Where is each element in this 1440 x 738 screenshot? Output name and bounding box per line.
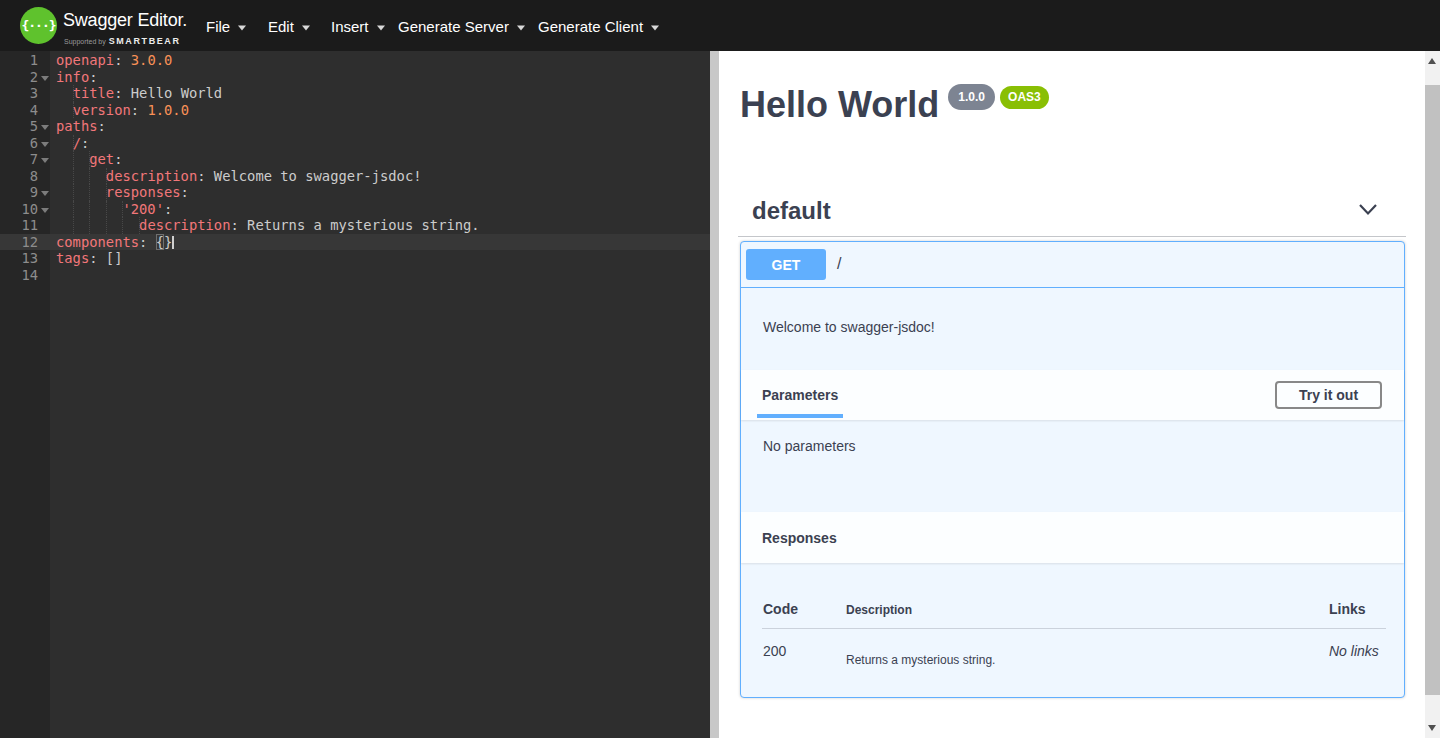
column-header-links: Links (1329, 601, 1366, 617)
fold-toggle-icon[interactable] (41, 191, 49, 196)
response-row: 200 Returns a mysterious string. No links (762, 629, 1386, 699)
code-text: title: Hello World (56, 85, 222, 102)
fold-toggle-icon[interactable] (41, 208, 49, 213)
editor-line-12[interactable]: 12 components: {} (0, 234, 710, 251)
editor-line-5[interactable]: 5 paths: (0, 118, 710, 135)
caret-down-icon (238, 25, 246, 30)
active-tab-underline (757, 414, 843, 418)
response-links: No links (1329, 643, 1379, 659)
caret-down-icon (302, 25, 310, 30)
editor-line-3[interactable]: 3 title: Hello World (0, 85, 710, 102)
column-header-description: Description (846, 603, 912, 617)
code-editor[interactable]: 1openapi: 3.0.02info:3 title: Hello Worl… (0, 51, 710, 738)
responses-header: Responses (741, 512, 1404, 563)
editor-line-1[interactable]: 1 openapi: 3.0.0 (0, 52, 710, 69)
editor-line-14[interactable]: 14 (0, 267, 710, 284)
code-text: openapi: 3.0.0 (56, 52, 172, 69)
line-number: 2 (0, 69, 38, 86)
editor-line-7[interactable]: 7 get: (0, 151, 710, 168)
fold-toggle-icon[interactable] (41, 76, 49, 81)
topbar: {···} Swagger Editor. Supported bySMARTB… (0, 0, 1440, 51)
code-text: info: (56, 69, 98, 86)
caret-down-icon (651, 25, 659, 30)
scrollbar-thumb[interactable] (1425, 85, 1440, 695)
menu-generate-server[interactable]: Generate Server (398, 17, 525, 34)
operation-summary[interactable]: GET / (741, 242, 1404, 288)
editor-line-10[interactable]: 10 '200': (0, 201, 710, 218)
fold-toggle-icon[interactable] (41, 142, 49, 147)
vertical-scrollbar[interactable] (1425, 51, 1440, 738)
oas3-badge: OAS3 (1000, 86, 1049, 109)
line-number: 14 (0, 267, 38, 284)
no-parameters-text: No parameters (763, 438, 856, 454)
menu-edit[interactable]: Edit (268, 17, 310, 34)
line-number: 11 (0, 217, 38, 234)
responses-body: Code Description Links 200 Returns a mysteri… (741, 563, 1404, 698)
code-text: version: 1.0.0 (56, 102, 189, 119)
try-it-out-button[interactable]: Try it out (1275, 381, 1382, 409)
line-number: 8 (0, 168, 38, 185)
tag-section-default[interactable]: default (738, 185, 1406, 237)
caret-down-icon (517, 25, 525, 30)
response-code: 200 (763, 643, 786, 659)
editor-line-9[interactable]: 9 responses: (0, 184, 710, 201)
editor-line-2[interactable]: 2 info: (0, 69, 710, 86)
code-text: responses: (56, 184, 189, 201)
menu-file[interactable]: File (206, 17, 246, 34)
menu-generate-client[interactable]: Generate Client (538, 17, 659, 34)
responses-title: Responses (741, 530, 837, 546)
responses-table-header: Code Description Links (762, 591, 1386, 629)
line-number: 3 (0, 85, 38, 102)
tab-parameters[interactable]: Parameters (762, 387, 838, 403)
line-number: 4 (0, 102, 38, 119)
caret-down-icon (377, 25, 385, 30)
column-header-code: Code (763, 601, 798, 617)
scrollbar-down-arrow[interactable] (1428, 725, 1436, 731)
line-number: 10 (0, 201, 38, 218)
line-number: 1 (0, 52, 38, 69)
parameters-header: Parameters Try it out (741, 370, 1404, 420)
line-number: 9 (0, 184, 38, 201)
responses-table: Code Description Links 200 Returns a mysteri… (762, 591, 1386, 699)
api-docs-panel: Hello World 1.0.0 OAS3 default GET / Wel… (719, 51, 1425, 738)
parameters-body: No parameters (741, 420, 1404, 512)
line-number: 6 (0, 135, 38, 152)
editor-line-8[interactable]: 8 description: Welcome to swagger-jsdoc! (0, 168, 710, 185)
code-text: /: (56, 135, 89, 152)
line-number: 5 (0, 118, 38, 135)
operation-block-get: GET / Welcome to swagger-jsdoc! Paramete… (740, 241, 1405, 698)
editor-line-13[interactable]: 13 tags: [] (0, 250, 710, 267)
line-number: 13 (0, 250, 38, 267)
chevron-down-icon[interactable] (1358, 203, 1378, 216)
text-cursor (172, 236, 174, 249)
api-info: Hello World 1.0.0 OAS3 (740, 84, 1049, 126)
menubar: File Edit Insert Generate Server Generate Cl… (0, 0, 1440, 51)
pane-splitter[interactable] (710, 51, 719, 738)
code-text: get: (56, 151, 122, 168)
code-text: tags: [] (56, 250, 122, 267)
editor-line-4[interactable]: 4 version: 1.0.0 (0, 102, 710, 119)
line-number: 7 (0, 151, 38, 168)
operation-description-wrapper: Welcome to swagger-jsdoc! (741, 289, 1404, 370)
editor-line-6[interactable]: 6 /: (0, 135, 710, 152)
version-badge: 1.0.0 (948, 84, 995, 110)
operation-description: Welcome to swagger-jsdoc! (763, 319, 935, 335)
code-text: '200': (56, 201, 172, 218)
code-text: components: {} (56, 234, 174, 251)
code-text: description: Returns a mysterious string… (56, 217, 480, 234)
response-description: Returns a mysterious string. (846, 653, 995, 667)
fold-toggle-icon[interactable] (41, 125, 49, 130)
menu-insert[interactable]: Insert (331, 17, 385, 34)
fold-toggle-icon[interactable] (41, 158, 49, 163)
method-badge-get[interactable]: GET (746, 249, 826, 280)
operation-path: / (837, 255, 841, 273)
code-text: paths: (56, 118, 106, 135)
tag-name: default (738, 197, 831, 225)
api-title: Hello World (740, 84, 939, 126)
line-number: 12 (0, 234, 38, 251)
scrollbar-up-arrow[interactable] (1428, 58, 1436, 64)
code-text: description: Welcome to swagger-jsdoc! (56, 168, 422, 185)
editor-line-11[interactable]: 11 description: Returns a mysterious str… (0, 217, 710, 234)
